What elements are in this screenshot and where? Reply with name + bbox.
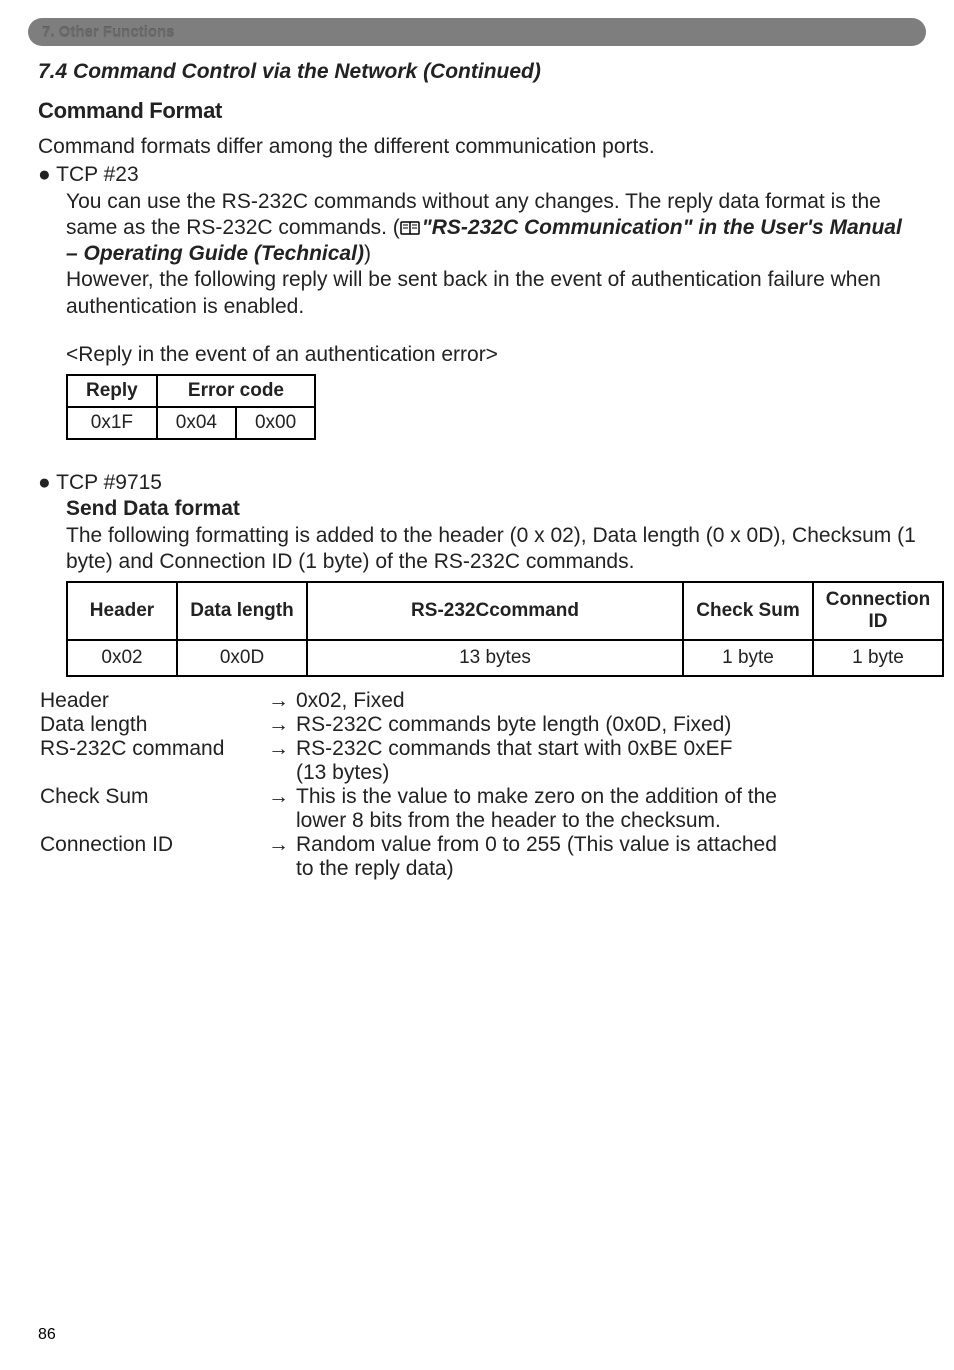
cell-datalength: 0x0D: [177, 640, 307, 676]
table-header-row: Reply Error code: [67, 375, 315, 407]
page-number: 86: [38, 1326, 56, 1344]
page-content: 7.4 Command Control via the Network (Con…: [0, 60, 954, 881]
col-datalength: Data length: [177, 582, 307, 640]
arrow-icon: →: [268, 833, 296, 857]
arrow-icon: →: [268, 737, 296, 761]
arrow-icon: →: [268, 713, 296, 737]
def-rs232c: RS-232C command → RS-232C commands that …: [40, 737, 916, 761]
def-rs232c-val-l1: RS-232C commands that start with 0xBE 0x…: [296, 737, 916, 761]
arrow-icon: →: [268, 689, 296, 713]
table-row: 0x02 0x0D 13 bytes 1 byte 1 byte: [67, 640, 943, 676]
spacer: [268, 761, 296, 785]
command-format-heading: Command Format: [38, 98, 916, 124]
def-connectionid-label: Connection ID: [40, 833, 268, 857]
def-rs232c-cont: (13 bytes): [40, 761, 916, 785]
cell-rs232c: 13 bytes: [307, 640, 683, 676]
def-checksum-cont: lower 8 bits from the header to the chec…: [40, 809, 916, 833]
def-datalength-label: Data length: [40, 713, 268, 737]
def-header-val: 0x02, Fixed: [296, 689, 916, 713]
tcp23-reply-caption: <Reply in the event of an authentication…: [66, 342, 916, 368]
tcp23-bullet: ● TCP #23: [38, 162, 916, 188]
intro-paragraph: Command formats differ among the differe…: [38, 134, 916, 160]
section-title: 7.4 Command Control via the Network (Con…: [38, 60, 916, 84]
def-checksum-val-l2: lower 8 bits from the header to the chec…: [296, 809, 916, 833]
tcp9715-table: Header Data length RS-232Ccommand Check …: [66, 581, 944, 677]
col-rs232c: RS-232Ccommand: [307, 582, 683, 640]
cell-err1: 0x04: [157, 407, 236, 439]
def-connectionid-val-l1: Random value from 0 to 255 (This value i…: [296, 833, 916, 857]
def-header-label: Header: [40, 689, 268, 713]
def-checksum-val-l1: This is the value to make zero on the ad…: [296, 785, 916, 809]
def-connectionid: Connection ID → Random value from 0 to 2…: [40, 833, 916, 857]
tcp23-line1-tail: ): [364, 242, 371, 265]
spacer: [40, 857, 268, 881]
col-reply: Reply: [67, 375, 157, 407]
spacer: [40, 809, 268, 833]
breadcrumb: 7. Other Functions: [42, 24, 175, 41]
spacer: [268, 809, 296, 833]
def-checksum-label: Check Sum: [40, 785, 268, 809]
def-datalength-val: RS-232C commands byte length (0x0D, Fixe…: [296, 713, 916, 737]
breadcrumb-bar: 7. Other Functions: [28, 18, 926, 46]
book-icon: [400, 217, 420, 233]
tcp23-line2: However, the following reply will be sen…: [66, 267, 916, 320]
def-rs232c-val-l2: (13 bytes): [296, 761, 916, 785]
cell-connectionid: 1 byte: [813, 640, 943, 676]
arrow-icon: →: [268, 785, 296, 809]
col-checksum: Check Sum: [683, 582, 813, 640]
col-header: Header: [67, 582, 177, 640]
col-connectionid: Connection ID: [813, 582, 943, 640]
tcp9715-bullet: ● TCP #9715: [38, 470, 916, 496]
def-connectionid-cont: to the reply data): [40, 857, 916, 881]
spacer: [268, 857, 296, 881]
spacer: [40, 761, 268, 785]
cell-err2: 0x00: [236, 407, 315, 439]
def-rs232c-label: RS-232C command: [40, 737, 268, 761]
tcp23-reply-table: Reply Error code 0x1F 0x04 0x00: [66, 374, 316, 440]
cell-checksum: 1 byte: [683, 640, 813, 676]
table-row: 0x1F 0x04 0x00: [67, 407, 315, 439]
def-checksum: Check Sum → This is the value to make ze…: [40, 785, 916, 809]
tcp9715-desc: The following formatting is added to the…: [66, 523, 916, 576]
def-header: Header → 0x02, Fixed: [40, 689, 916, 713]
table-header-row: Header Data length RS-232Ccommand Check …: [67, 582, 943, 640]
tcp23-block: You can use the RS-232C commands without…: [66, 189, 916, 369]
tcp9715-block: Send Data format The following formattin…: [66, 496, 916, 575]
send-data-format-heading: Send Data format: [66, 496, 916, 522]
cell-header: 0x02: [67, 640, 177, 676]
def-datalength: Data length → RS-232C commands byte leng…: [40, 713, 916, 737]
cell-reply: 0x1F: [67, 407, 157, 439]
col-errorcode: Error code: [157, 375, 315, 407]
definitions-block: Header → 0x02, Fixed Data length → RS-23…: [40, 689, 916, 881]
def-connectionid-val-l2: to the reply data): [296, 857, 916, 881]
